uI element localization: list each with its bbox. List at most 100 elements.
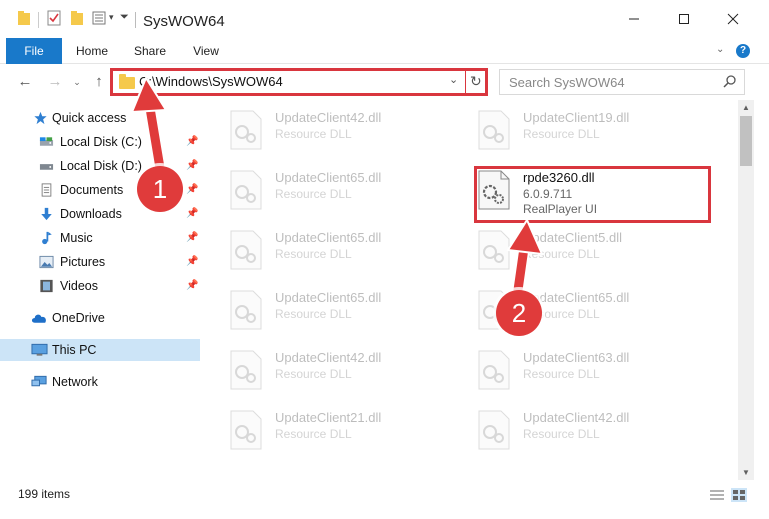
customize-icon[interactable] xyxy=(92,10,108,26)
folder-icon xyxy=(119,74,135,89)
scroll-thumb[interactable] xyxy=(740,116,752,166)
new-folder-icon[interactable] xyxy=(70,10,84,26)
scroll-up-icon[interactable]: ▲ xyxy=(740,103,752,112)
nav-label: Music xyxy=(60,231,93,245)
chevron-down-icon[interactable]: ⌄ xyxy=(449,73,458,86)
nav-label: Pictures xyxy=(60,255,106,269)
chevron-down-icon[interactable]: ▾ xyxy=(109,12,114,23)
tab-home[interactable]: Home xyxy=(70,38,114,64)
minimize-icon xyxy=(629,18,639,20)
tiles-view-icon[interactable] xyxy=(731,488,747,502)
callout-badge-2: 2 xyxy=(496,290,542,336)
nav-label: Network xyxy=(52,375,98,389)
title-bar: ▾ ⏷ SysWOW64 xyxy=(0,0,769,38)
file-name: UpdateClient5.dll xyxy=(523,230,623,245)
pin-icon[interactable]: 📌 xyxy=(186,131,198,153)
callout-badge-1: 1 xyxy=(137,166,183,212)
file-type: Resource DLL xyxy=(275,247,352,261)
file-item[interactable]: UpdateClient65.dll Resource DLL xyxy=(451,284,681,332)
search-input[interactable]: Search SysWOW64 xyxy=(499,69,745,95)
address-bar[interactable]: C:\Windows\SysWOW64 ⌄ ↻ xyxy=(110,68,488,96)
dll-file-icon xyxy=(230,350,262,390)
nav-item-this-pc[interactable]: This PC xyxy=(0,339,200,361)
file-name: UpdateClient65.dll xyxy=(275,230,382,245)
nav-item-local-disk-c[interactable]: Local Disk (C:) 📌 xyxy=(0,131,200,153)
nav-item-quick-access[interactable]: Quick access xyxy=(0,107,200,129)
tab-file[interactable]: File xyxy=(6,38,62,64)
pin-icon[interactable]: 📌 xyxy=(186,155,198,177)
tab-view[interactable]: View xyxy=(184,38,228,64)
help-icon[interactable]: ? xyxy=(736,44,750,58)
file-type: Resource DLL xyxy=(523,427,600,441)
nav-item-pictures[interactable]: Pictures 📌 xyxy=(0,251,200,273)
pin-icon[interactable]: 📌 xyxy=(186,203,198,225)
file-type: Resource DLL xyxy=(523,247,600,261)
network-icon xyxy=(31,375,47,387)
minimize-button[interactable] xyxy=(611,6,657,32)
pictures-icon xyxy=(39,255,54,269)
file-item[interactable]: UpdateClient19.dll Resource DLL xyxy=(451,104,681,152)
pin-icon[interactable]: 📌 xyxy=(186,275,198,297)
up-arrow-icon[interactable]: ↑ xyxy=(90,73,108,91)
file-name: UpdateClient63.dll xyxy=(523,350,630,365)
tab-share[interactable]: Share xyxy=(128,38,172,64)
search-placeholder: Search SysWOW64 xyxy=(509,75,625,90)
file-item[interactable]: UpdateClient65.dll Resource DLL xyxy=(203,224,433,272)
forward-arrow-icon[interactable]: → xyxy=(46,73,64,91)
file-name: UpdateClient42.dll xyxy=(275,110,382,125)
file-name: UpdateClient19.dll xyxy=(523,110,630,125)
nav-label: This PC xyxy=(52,343,97,357)
file-type: Resource DLL xyxy=(275,427,352,441)
status-bar: 199 items xyxy=(0,484,769,504)
properties-icon[interactable] xyxy=(47,10,61,26)
dropdown-icon[interactable]: ⏷ xyxy=(120,11,129,24)
star-icon xyxy=(34,111,47,125)
file-name: UpdateClient42.dll xyxy=(275,350,382,365)
file-item[interactable]: UpdateClient42.dll Resource DLL xyxy=(203,104,433,152)
vertical-scrollbar[interactable]: ▲ ▼ xyxy=(738,100,754,480)
file-type: Resource DLL xyxy=(275,187,352,201)
nav-label: Downloads xyxy=(60,207,122,221)
address-path[interactable]: C:\Windows\SysWOW64 xyxy=(139,74,283,89)
nav-item-videos[interactable]: Videos 📌 xyxy=(0,275,200,297)
file-item[interactable]: UpdateClient65.dll Resource DLL xyxy=(203,164,433,212)
close-button[interactable] xyxy=(710,6,756,32)
item-count: 199 items xyxy=(18,487,71,501)
navigation-pane: Quick access Local Disk (C:) 📌 Local Dis… xyxy=(0,100,203,480)
chevron-down-icon[interactable]: ⌄ xyxy=(716,44,724,55)
nav-label: Documents xyxy=(60,183,124,197)
pin-icon[interactable]: 📌 xyxy=(186,251,198,273)
pin-icon[interactable]: 📌 xyxy=(186,179,198,201)
refresh-icon[interactable]: ↻ xyxy=(470,73,482,90)
scroll-down-icon[interactable]: ▼ xyxy=(740,468,752,477)
file-item[interactable]: UpdateClient42.dll Resource DLL xyxy=(203,344,433,392)
pin-icon[interactable]: 📌 xyxy=(186,227,198,249)
file-type: Resource DLL xyxy=(275,127,352,141)
drive-icon xyxy=(39,164,54,170)
folder-icon[interactable] xyxy=(17,10,31,26)
file-item[interactable]: UpdateClient42.dll Resource DLL xyxy=(451,404,681,452)
nav-label: Local Disk (D:) xyxy=(60,159,142,173)
address-row: ← → ⌄ ↑ C:\Windows\SysWOW64 ⌄ ↻ Search S… xyxy=(0,64,769,100)
file-item[interactable]: UpdateClient5.dll Resource DLL xyxy=(451,224,681,272)
separator xyxy=(135,12,136,28)
nav-label: Videos xyxy=(60,279,98,293)
file-item[interactable]: UpdateClient65.dll Resource DLL xyxy=(203,284,433,332)
nav-item-onedrive[interactable]: OneDrive xyxy=(0,307,200,329)
file-item[interactable]: UpdateClient63.dll Resource DLL xyxy=(451,344,681,392)
dll-file-icon xyxy=(230,110,262,150)
file-list: UpdateClient42.dll Resource DLL UpdateCl… xyxy=(203,100,738,480)
file-name: UpdateClient21.dll xyxy=(275,410,382,425)
nav-item-music[interactable]: Music 📌 xyxy=(0,227,200,249)
file-item[interactable]: UpdateClient21.dll Resource DLL xyxy=(203,404,433,452)
maximize-button[interactable] xyxy=(661,6,707,32)
file-name: UpdateClient65.dll xyxy=(275,170,382,185)
back-arrow-icon[interactable]: ← xyxy=(16,73,34,91)
recent-locations-icon[interactable]: ⌄ xyxy=(68,73,86,91)
nav-item-network[interactable]: Network xyxy=(0,371,200,393)
dll-file-icon xyxy=(478,350,510,390)
file-name: UpdateClient42.dll xyxy=(523,410,630,425)
nav-label: OneDrive xyxy=(52,311,105,325)
details-view-icon[interactable] xyxy=(709,488,725,502)
search-icon[interactable] xyxy=(723,74,737,88)
